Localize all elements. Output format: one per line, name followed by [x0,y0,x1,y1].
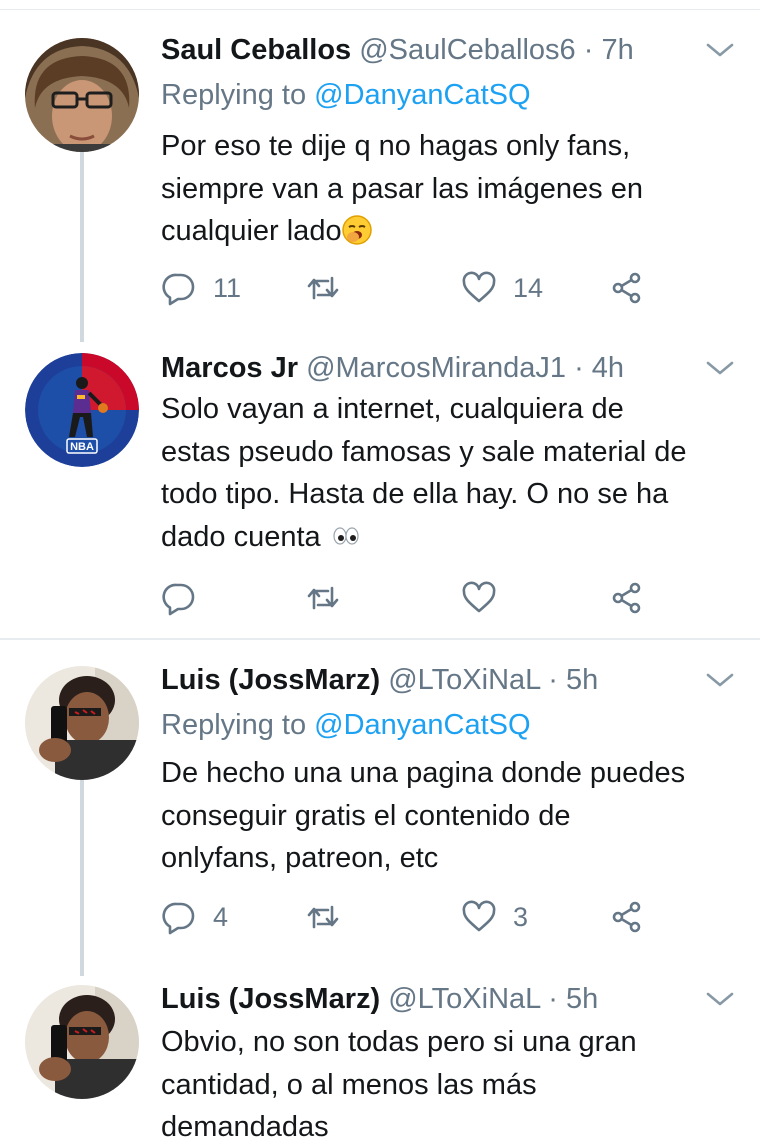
reply-icon [162,273,195,306]
dot-separator: · [548,983,558,1015]
reply-icon [162,902,195,935]
caret-down-icon[interactable] [705,38,735,62]
tweet[interactable]: Saul Ceballos @SaulCeballos6 · 7h Replyi… [0,30,760,310]
tweet-actions [161,578,681,618]
like-button[interactable]: 14 [461,268,543,308]
timestamp[interactable]: 5h [566,664,598,696]
replying-to: Replying to @DanyanCatSQ [161,705,531,745]
tweet-header: Luis (JossMarz) @LToXiNaL · 5h [161,660,598,700]
like-button[interactable]: 3 [461,897,528,937]
timestamp[interactable]: 5h [566,983,598,1015]
yawning-face-icon [341,215,372,245]
tweet[interactable]: Luis (JossMarz) @LToXiNaL · 5h Obvio, no… [0,979,760,1148]
display-name[interactable]: Marcos Jr [161,352,298,384]
caret-down-icon[interactable] [705,356,735,380]
top-divider [0,0,760,10]
mention-link[interactable]: @DanyanCatSQ [314,79,530,111]
reply-button[interactable]: 4 [161,897,228,937]
replying-to-label: Replying to [161,79,307,111]
retweet-button[interactable] [305,578,357,618]
tweet-text: Por eso te dije q no hagas only fans, si… [161,125,741,253]
timestamp[interactable]: 7h [601,34,633,66]
reply-count: 4 [213,901,229,932]
bottom-divider [0,1144,760,1148]
tweet[interactable]: Marcos Jr @MarcosMirandaJ1 · 4h Solo vay… [0,348,760,628]
display-name[interactable]: Luis (JossMarz) [161,983,380,1015]
like-icon [462,271,496,303]
share-icon [612,582,641,614]
tweet[interactable]: Luis (JossMarz) @LToXiNaL · 5h Replying … [0,660,760,950]
dot-separator: · [574,352,584,384]
user-handle[interactable]: @LToXiNaL [388,983,540,1015]
timestamp[interactable]: 4h [592,352,624,384]
retweet-icon [307,276,339,300]
user-handle[interactable]: @SaulCeballos6 [359,34,575,66]
reply-icon [162,583,195,616]
display-name[interactable]: Saul Ceballos [161,34,351,66]
tweet-text-content: Por eso te dije q no hagas only fans, si… [161,130,643,247]
share-button[interactable] [609,578,645,618]
replying-to-label: Replying to [161,709,307,741]
tweet-actions: 4 3 [161,897,681,937]
share-button[interactable] [609,897,645,937]
dot-separator: · [548,664,558,696]
retweet-button[interactable] [305,897,357,937]
dot-separator: · [583,34,594,66]
replying-to: Replying to @DanyanCatSQ [161,75,531,115]
share-icon [612,901,641,933]
tweet-text-content: Solo vayan a internet, cualquiera de est… [161,393,687,553]
reply-count: 11 [213,272,242,303]
like-button[interactable] [461,578,513,618]
tweet-actions: 11 14 [161,268,681,308]
tweet-divider [0,638,760,640]
caret-down-icon[interactable] [705,668,735,692]
tweet-text: Obvio, no son todas pero si una gran can… [161,1021,741,1148]
retweet-icon [307,586,339,610]
tweet-text-content: De hecho una una pagina donde puedes con… [161,757,686,874]
like-icon [462,581,496,613]
retweet-icon [307,905,339,929]
like-icon [462,900,496,932]
display-name[interactable]: Luis (JossMarz) [161,664,380,696]
tweet-text: Solo vayan a internet, cualquiera de est… [161,388,741,558]
reply-button[interactable]: 11 [161,268,241,308]
reply-button[interactable] [161,578,213,618]
tweet-header: Luis (JossMarz) @LToXiNaL · 5h [161,979,598,1019]
user-handle[interactable]: @LToXiNaL [388,664,540,696]
retweet-button[interactable] [305,268,357,308]
user-handle[interactable]: @MarcosMirandaJ1 [306,352,566,384]
eyes-icon [333,526,359,545]
like-count: 14 [513,272,544,303]
mention-link[interactable]: @DanyanCatSQ [314,709,530,741]
share-icon [612,272,641,304]
like-count: 3 [513,901,529,932]
tweet-text-content: Obvio, no son todas pero si una gran can… [161,1026,637,1143]
tweet-text: De hecho una una pagina donde puedes con… [161,752,741,880]
share-button[interactable] [609,268,645,308]
tweet-header: Saul Ceballos @SaulCeballos6 · 7h [161,30,634,70]
caret-down-icon[interactable] [705,987,735,1011]
tweet-header: Marcos Jr @MarcosMirandaJ1 · 4h [161,348,624,388]
